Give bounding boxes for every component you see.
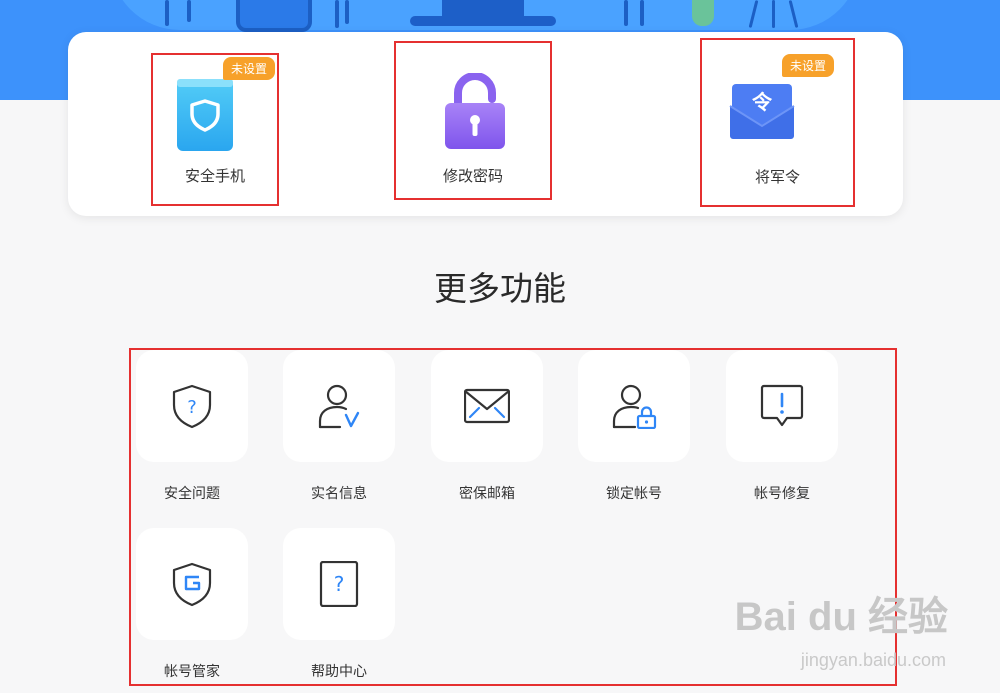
help-center-tile[interactable]: ?: [283, 528, 395, 640]
user-lock-icon: [612, 384, 657, 429]
baidu-watermark: Bai du 经验: [734, 595, 948, 639]
help-document-icon: ?: [319, 561, 359, 607]
illustration-figure: [345, 0, 349, 24]
user-verified-icon: [318, 384, 360, 429]
illustration-figure: [187, 0, 191, 22]
security-question-tile[interactable]: ?: [136, 350, 248, 462]
change-password-item[interactable]: 修改密码: [394, 41, 552, 200]
padlock-icon: [445, 73, 505, 149]
token-item[interactable]: 令 未设置 将军令: [700, 38, 855, 207]
shield-question-icon: ?: [172, 384, 212, 429]
phone-shield-icon: [177, 79, 233, 151]
illustration-figure: [640, 0, 644, 26]
account-repair-label: 帐号修复: [754, 486, 810, 502]
illustration-figure: [624, 0, 628, 26]
secure-email-tile[interactable]: [431, 350, 543, 462]
token-badge: 未设置: [782, 54, 835, 77]
real-name-label: 实名信息: [311, 486, 367, 502]
security-question-label: 安全问题: [164, 486, 220, 502]
illustration-figure: [335, 0, 339, 28]
shield-g-icon: [172, 562, 212, 607]
security-phone-label: 安全手机: [184, 167, 245, 185]
svg-text:?: ?: [187, 397, 197, 418]
account-repair-tile[interactable]: [726, 350, 838, 462]
svg-text:令: 令: [752, 90, 773, 114]
alert-message-icon: [760, 384, 804, 427]
illustration-monitor: [442, 0, 524, 16]
more-features-title: 更多功能: [434, 269, 566, 308]
illustration-chair: [772, 0, 775, 28]
secure-email-label: 密保邮箱: [459, 486, 515, 502]
envelope-icon: [464, 388, 510, 424]
help-center-label: 帮助中心: [311, 664, 367, 680]
baidu-watermark-url: jingyan.baidu.com: [800, 650, 946, 670]
lock-account-label: 锁定帐号: [606, 486, 662, 502]
account-manager-tile[interactable]: [136, 528, 248, 640]
svg-text:?: ?: [334, 572, 345, 596]
security-card: 未设置 安全手机 修改密码 令 未设置 将军令: [68, 32, 903, 216]
illustration-figure: [165, 0, 169, 26]
security-phone-badge: 未设置: [223, 57, 276, 80]
illustration-plant: [692, 0, 714, 26]
illustration-desk: [410, 16, 556, 26]
change-password-label: 修改密码: [442, 167, 503, 185]
lock-account-tile[interactable]: [578, 350, 690, 462]
real-name-tile[interactable]: [283, 350, 395, 462]
token-label: 将军令: [754, 168, 800, 186]
account-manager-label: 帐号管家: [164, 664, 220, 680]
security-phone-item[interactable]: 未设置 安全手机: [151, 53, 279, 206]
illustration-phone: [236, 0, 312, 32]
token-envelope-icon: 令: [729, 84, 795, 139]
